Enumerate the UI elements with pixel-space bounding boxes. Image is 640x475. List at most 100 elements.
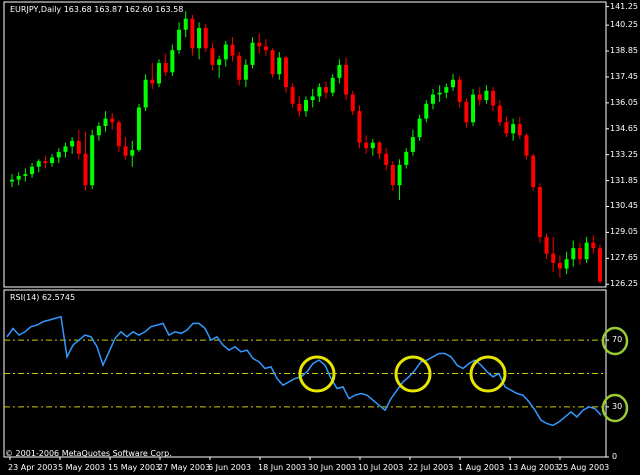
bull-candle[interactable] (23, 174, 28, 176)
bull-candle[interactable] (16, 175, 21, 180)
bull-candle[interactable] (250, 42, 255, 65)
bull-candle[interactable] (36, 161, 41, 167)
bull-candle[interactable] (63, 146, 68, 152)
bull-candle[interactable] (310, 96, 315, 101)
bear-candle[interactable] (237, 55, 242, 80)
bull-candle[interactable] (96, 125, 101, 136)
bear-candle[interactable] (230, 44, 235, 56)
bull-candle[interactable] (430, 94, 435, 104)
bear-candle[interactable] (464, 101, 469, 123)
bear-candle[interactable] (163, 63, 168, 73)
rsi-line[interactable] (6, 315, 602, 427)
x-tick-label: 22 Jul 2003 (408, 463, 454, 472)
bear-candle[interactable] (283, 57, 288, 88)
bear-candle[interactable] (350, 94, 355, 112)
bear-candle[interactable] (203, 27, 208, 49)
bull-candle[interactable] (30, 166, 35, 175)
bear-candle[interactable] (257, 42, 262, 47)
bear-candle[interactable] (210, 48, 215, 65)
bear-candle[interactable] (377, 142, 382, 154)
bear-candle[interactable] (270, 50, 275, 75)
bear-candle[interactable] (150, 79, 155, 84)
price-y-tick-label: 129.05 (610, 227, 638, 237)
bear-candle[interactable] (364, 142, 369, 149)
bull-candle[interactable] (584, 242, 589, 260)
bear-candle[interactable] (598, 248, 602, 282)
bull-candle[interactable] (103, 118, 108, 126)
bull-candle[interactable] (511, 124, 516, 134)
bull-candle[interactable] (437, 92, 442, 95)
bull-candle[interactable] (471, 94, 476, 123)
bull-candle[interactable] (277, 57, 282, 75)
bear-candle[interactable] (497, 105, 502, 123)
bull-candle[interactable] (370, 142, 375, 149)
bull-candle[interactable] (170, 50, 175, 73)
metatrader-chart-window: EURJPY,Daily 163.68 163.87 162.60 163.58… (0, 0, 640, 475)
bull-candle[interactable] (410, 137, 415, 152)
bull-candle[interactable] (444, 87, 449, 93)
bull-candle[interactable] (317, 87, 322, 97)
bull-candle[interactable] (217, 59, 222, 65)
bear-candle[interactable] (384, 153, 389, 165)
bull-candle[interactable] (571, 248, 576, 260)
bear-candle[interactable] (123, 146, 128, 156)
bull-candle[interactable] (243, 64, 248, 80)
bear-candle[interactable] (531, 155, 536, 188)
bear-candle[interactable] (290, 87, 295, 104)
bear-candle[interactable] (491, 90, 496, 106)
bull-candle[interactable] (157, 63, 161, 84)
bear-candle[interactable] (43, 161, 48, 164)
bull-candle[interactable] (90, 135, 95, 186)
bear-candle[interactable] (524, 135, 529, 156)
bear-candle[interactable] (504, 122, 509, 134)
price-y-tick-label: 133.25 (610, 149, 638, 159)
bull-candle[interactable] (197, 27, 202, 49)
bull-candle[interactable] (451, 79, 455, 88)
bull-candle[interactable] (136, 107, 141, 151)
price-y-tick-label: 130.45 (610, 201, 638, 211)
bull-candle[interactable] (484, 90, 489, 101)
bear-candle[interactable] (551, 253, 556, 263)
rsi-y-tick-label: 70 (612, 335, 623, 345)
bull-candle[interactable] (10, 179, 14, 182)
bull-candle[interactable] (337, 64, 342, 78)
bear-candle[interactable] (544, 237, 549, 254)
bull-candle[interactable] (130, 150, 135, 156)
bull-candle[interactable] (424, 103, 429, 119)
bear-candle[interactable] (263, 46, 268, 51)
price-y-tick-label: 137.45 (610, 71, 638, 81)
bear-candle[interactable] (517, 124, 522, 136)
bull-candle[interactable] (50, 157, 55, 164)
price-chart[interactable] (0, 0, 640, 475)
bull-candle[interactable] (564, 259, 569, 269)
x-tick-label: 5 May 2003 (58, 463, 106, 472)
bull-candle[interactable] (223, 44, 228, 60)
bear-candle[interactable] (537, 187, 542, 238)
bear-candle[interactable] (110, 118, 115, 123)
bull-candle[interactable] (70, 140, 75, 147)
bull-candle[interactable] (177, 29, 182, 51)
bear-candle[interactable] (190, 18, 195, 49)
bear-candle[interactable] (297, 103, 302, 112)
bear-candle[interactable] (591, 242, 596, 249)
bull-candle[interactable] (330, 77, 335, 93)
bull-candle[interactable] (397, 164, 402, 186)
bull-candle[interactable] (56, 151, 61, 158)
bear-candle[interactable] (76, 140, 81, 154)
bear-candle[interactable] (457, 79, 462, 102)
bull-candle[interactable] (404, 151, 409, 165)
bear-candle[interactable] (557, 262, 562, 269)
bull-candle[interactable] (143, 79, 148, 108)
bull-candle[interactable] (304, 100, 308, 112)
bull-candle[interactable] (417, 118, 422, 138)
bear-candle[interactable] (357, 111, 362, 143)
bear-candle[interactable] (324, 87, 329, 93)
bear-candle[interactable] (477, 94, 482, 101)
bear-candle[interactable] (390, 164, 395, 186)
bear-candle[interactable] (116, 122, 121, 147)
bear-candle[interactable] (344, 64, 349, 95)
bull-candle[interactable] (183, 18, 188, 30)
bear-candle[interactable] (83, 153, 88, 186)
bear-candle[interactable] (577, 248, 582, 260)
price-y-tick-label: 126.25 (610, 279, 638, 289)
